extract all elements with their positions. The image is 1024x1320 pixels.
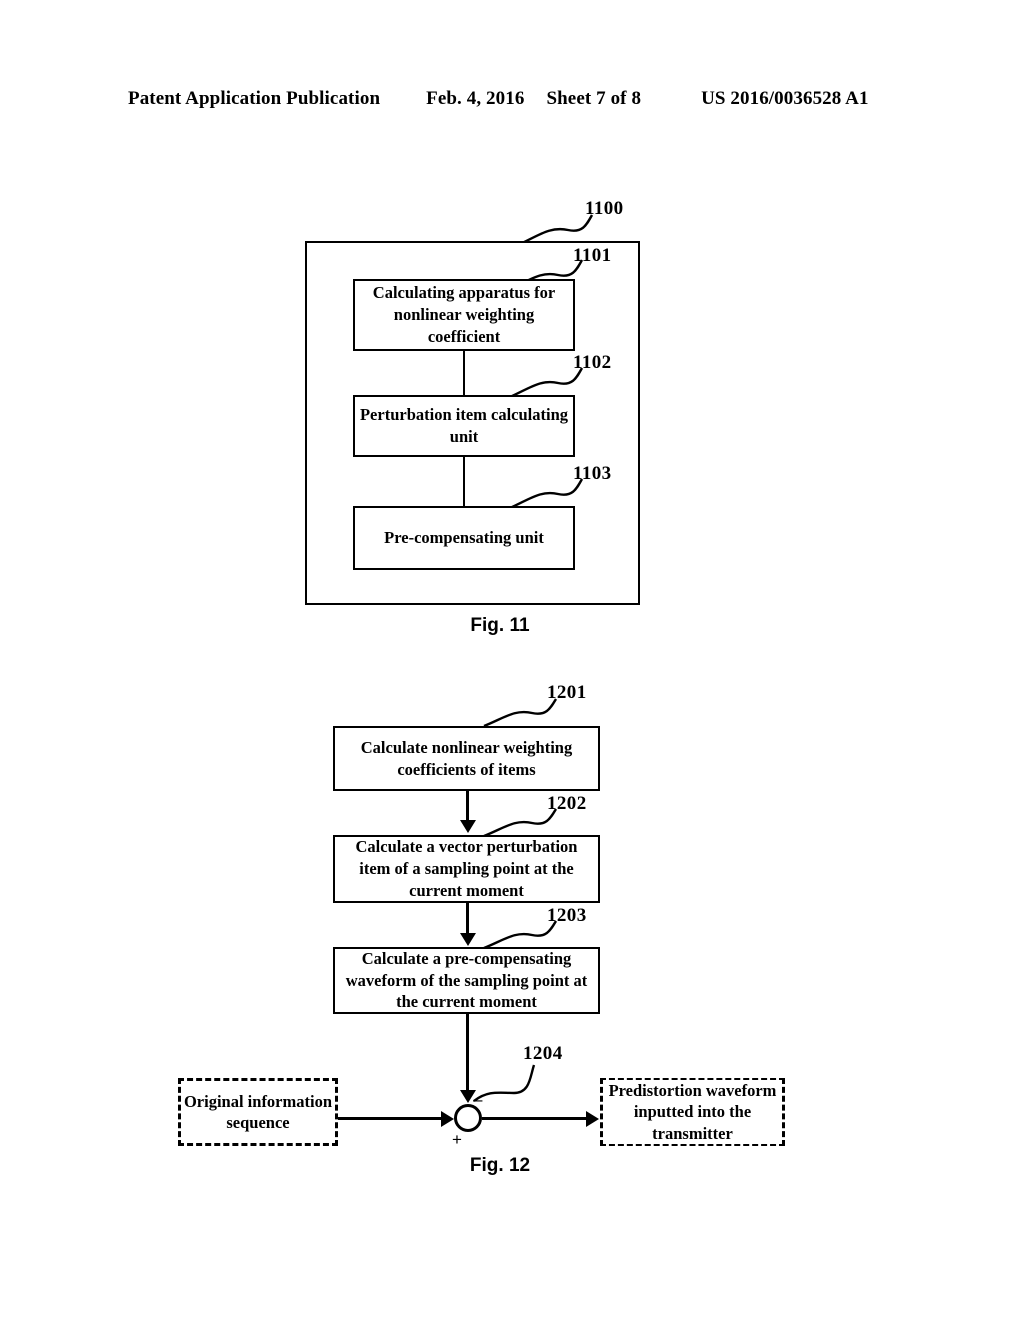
step-calculate-precompensating-waveform: Calculate a pre-compensating waveform of…	[333, 947, 600, 1014]
ref-number-1204: 1204	[523, 1043, 563, 1064]
ref-number-1103: 1103	[573, 463, 612, 484]
ref-number-1201: 1201	[547, 682, 587, 703]
figure-caption-12: Fig. 12	[469, 1155, 531, 1176]
arrow-input-to-junction	[338, 1117, 443, 1120]
ref-number-1102: 1102	[573, 352, 612, 373]
header-date: Feb. 4, 2016	[426, 88, 525, 109]
ref-number-1202: 1202	[547, 793, 587, 814]
header-patent-number: US 2016/0036528 A1	[701, 88, 869, 109]
output-block-label: Predistortion waveform inputted into the…	[603, 1079, 782, 1145]
step-calculate-coefficients: Calculate nonlinear weighting coefficien…	[333, 726, 600, 791]
ref-number-1100: 1100	[585, 198, 624, 219]
input-original-information-sequence: Original information sequence	[178, 1078, 338, 1146]
step-calculate-perturbation-item: Calculate a vector perturbation item of …	[333, 835, 600, 903]
step-label-1203: Calculate a pre-compensating waveform of…	[345, 948, 588, 1012]
block-label-1101: Calculating apparatus for nonlinear weig…	[372, 283, 556, 346]
step-label-1202: Calculate a vector perturbation item of …	[355, 837, 578, 900]
block-calculating-apparatus: Calculating apparatus for nonlinear weig…	[353, 279, 575, 351]
leader-line-1204	[473, 1064, 536, 1102]
step-label-1201: Calculate nonlinear weighting coefficien…	[360, 737, 573, 779]
page-header: Patent Application Publication Feb. 4, 2…	[128, 88, 896, 114]
junction-plus-sign: +	[452, 1130, 462, 1149]
ref-number-1101: 1101	[573, 245, 612, 266]
block-pre-compensating-unit: Pre-compensating unit	[353, 506, 575, 570]
figure-caption-11: Fig. 11	[470, 615, 530, 636]
connector-1101-1102	[463, 351, 465, 397]
block-label-1102: Perturbation item calculating unit	[359, 405, 569, 446]
header-sheet: Sheet 7 of 8	[546, 88, 642, 109]
header-publication: Patent Application Publication	[128, 88, 381, 109]
output-predistortion-waveform: Predistortion waveform inputted into the…	[600, 1078, 785, 1146]
arrow-1201-1202	[466, 791, 469, 822]
arrow-1203-junction	[466, 1014, 469, 1092]
ref-number-1203: 1203	[547, 905, 587, 926]
block-perturbation-item-unit: Perturbation item calculating unit	[353, 395, 575, 457]
arrow-junction-to-output	[482, 1117, 588, 1120]
input-block-label: Original information sequence	[181, 1090, 335, 1134]
connector-1102-1103	[463, 457, 465, 508]
block-label-1103: Pre-compensating unit	[384, 528, 544, 548]
summing-junction-1204	[454, 1104, 482, 1132]
arrow-1202-1203	[466, 903, 469, 935]
